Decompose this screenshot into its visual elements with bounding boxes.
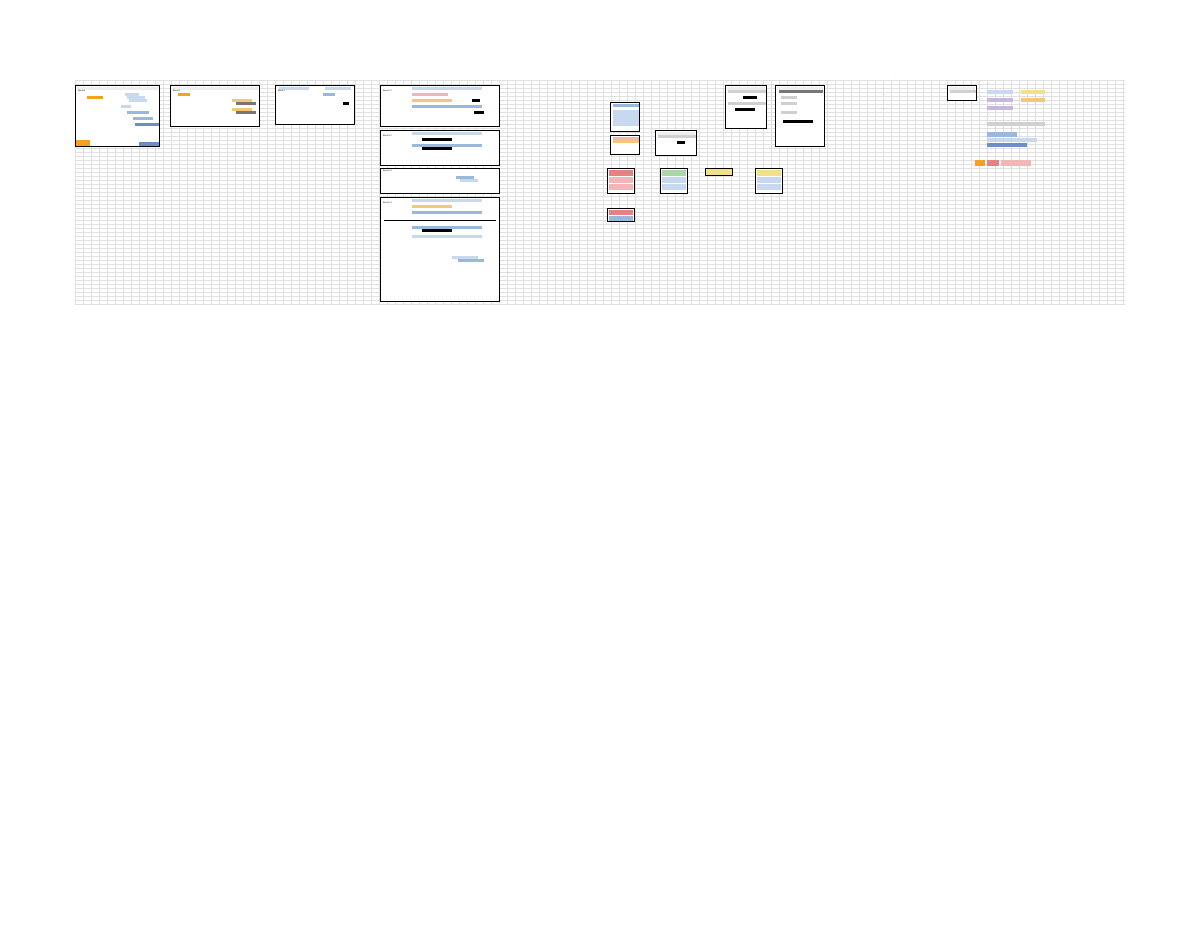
legend-label: · xyxy=(1049,122,1050,124)
legend-label: · xyxy=(1049,98,1050,100)
legend-label: · xyxy=(1049,90,1050,92)
panel-c[interactable]: Block C xyxy=(275,85,355,125)
panel-b[interactable]: Block B xyxy=(170,85,260,127)
legend-swatch xyxy=(1021,90,1045,94)
panel-e1[interactable] xyxy=(610,102,640,132)
row-label: Block B xyxy=(172,90,180,92)
mini-card[interactable] xyxy=(607,168,635,194)
row-label: Block A xyxy=(77,90,85,92)
panel-h[interactable] xyxy=(947,85,977,101)
loose-text: · xyxy=(643,212,644,214)
legend-swatch xyxy=(987,160,999,166)
loose-text: · · xyxy=(507,248,509,250)
legend-swatch xyxy=(987,98,1013,102)
legend-label: · · · · xyxy=(987,152,991,154)
legend-header: · · · · · xyxy=(987,83,993,85)
loose-text: · · · xyxy=(883,108,886,110)
legend-label: · xyxy=(1035,160,1036,162)
mini-card[interactable] xyxy=(755,168,783,194)
panel-a[interactable]: Block A xyxy=(75,85,160,147)
legend-swatch xyxy=(987,122,1045,126)
legend-label: · · · xyxy=(987,114,990,116)
loose-text: · · · · · xyxy=(173,142,179,144)
legend-swatch xyxy=(987,138,1037,142)
header-text: · xyxy=(405,78,406,80)
header-text: · xyxy=(895,78,896,80)
loose-text: · · · xyxy=(173,132,176,134)
loose-text: · · · xyxy=(507,136,510,138)
loose-text: · · · xyxy=(507,272,510,274)
panel-e2[interactable] xyxy=(610,135,640,155)
loose-text: · · xyxy=(173,136,175,138)
loose-text: · · · xyxy=(507,108,510,110)
legend-swatch xyxy=(987,143,1027,147)
legend-swatch xyxy=(987,132,1017,137)
legend-label: · · xyxy=(1035,114,1037,116)
legend-swatch xyxy=(1001,160,1031,166)
panel-e3[interactable] xyxy=(655,130,697,156)
loose-text: · · xyxy=(615,88,617,90)
legend-swatch xyxy=(1021,98,1045,102)
loose-text: · · · xyxy=(507,198,510,200)
corner-marker xyxy=(139,142,159,146)
header-text: · xyxy=(525,78,526,80)
row-label: Block D-1 xyxy=(382,90,392,92)
header-text: · xyxy=(745,78,746,80)
header-text: · xyxy=(195,78,196,80)
corner-marker xyxy=(76,140,90,146)
panel-d1[interactable]: Block D-1 xyxy=(380,85,500,127)
loose-text: · · · xyxy=(507,88,510,90)
loose-text: · xyxy=(1087,122,1088,124)
loose-text: · · xyxy=(507,100,509,102)
panel-d4[interactable]: Block D-4 xyxy=(380,197,500,302)
row-label: Block D-4 xyxy=(382,202,392,204)
header-text: · xyxy=(985,78,986,80)
mini-card[interactable] xyxy=(660,168,688,194)
loose-text: · · xyxy=(507,116,509,118)
header-text: · xyxy=(305,78,306,80)
legend-swatch xyxy=(975,160,985,166)
loose-text: · · xyxy=(883,100,885,102)
row-label: Block D-2 xyxy=(382,135,392,137)
panel-f[interactable] xyxy=(725,85,767,129)
loose-text: · · · xyxy=(883,94,886,96)
mini-card[interactable] xyxy=(607,208,635,222)
row-label: Block C xyxy=(277,90,285,92)
header-text: · xyxy=(85,78,86,80)
legend-swatch xyxy=(987,106,1013,110)
mini-card[interactable] xyxy=(705,168,733,176)
panel-g[interactable] xyxy=(775,85,825,147)
loose-text: · · xyxy=(615,94,617,96)
legend-swatch xyxy=(987,90,1013,94)
loose-text: · · xyxy=(507,260,509,262)
panel-d3[interactable]: Block D-3 xyxy=(380,168,500,194)
panel-d2[interactable]: Block D-2 xyxy=(380,130,500,166)
loose-text: · · xyxy=(883,88,885,90)
loose-text: · · · xyxy=(507,94,510,96)
loose-text: · · · xyxy=(507,124,510,126)
loose-text: · · xyxy=(507,230,509,232)
legend-label: · xyxy=(1049,106,1050,108)
spreadsheet-canvas[interactable]: · · · · · · · · Block A Block B · · · xyxy=(75,80,1125,305)
loose-text: · · · xyxy=(507,214,510,216)
loose-text: · · xyxy=(507,144,509,146)
loose-text: · · xyxy=(507,206,509,208)
legend-label: · xyxy=(1043,138,1044,140)
row-label: Block D-3 xyxy=(382,170,392,172)
